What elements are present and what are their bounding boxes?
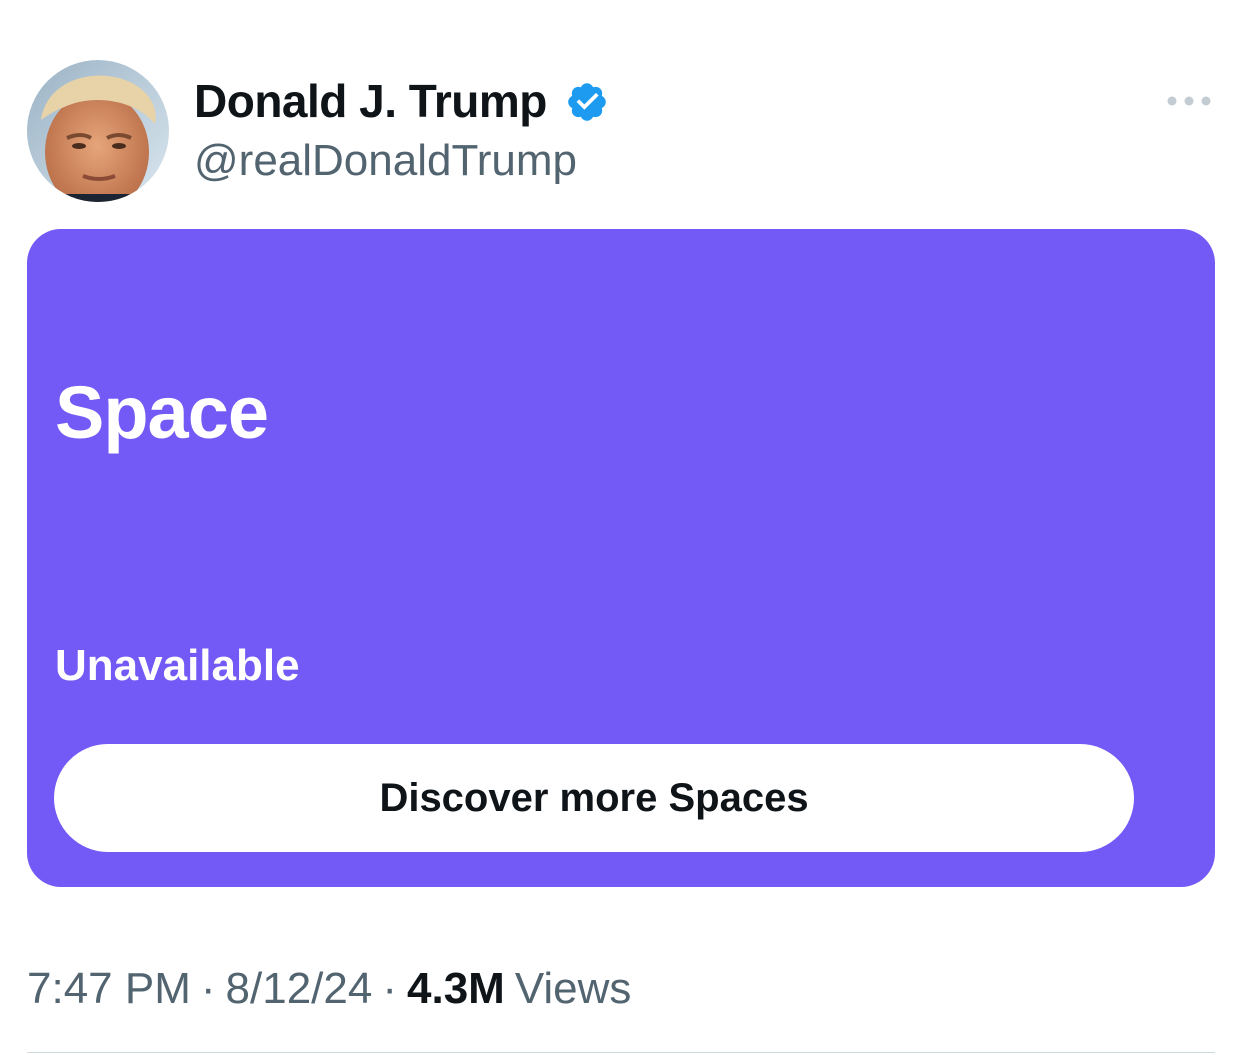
discover-more-spaces-button[interactable]: Discover more Spaces (54, 744, 1134, 852)
tweet-date[interactable]: 8/12/24 (226, 964, 373, 1013)
tweet-meta: 7:47 PM · 8/12/24 · 4.3M Views (27, 962, 631, 1016)
space-status: Unavailable (55, 641, 300, 690)
verified-badge-icon (568, 83, 606, 121)
views-count[interactable]: 4.3M (407, 964, 505, 1013)
handle[interactable]: @realDonaldTrump (194, 134, 577, 188)
tweet-time[interactable]: 7:47 PM (27, 964, 191, 1013)
display-name[interactable]: Donald J. Trump (194, 73, 547, 129)
more-horizontal-icon[interactable] (1164, 86, 1214, 116)
space-title: Space (55, 371, 269, 454)
space-card[interactable]: Space Unavailable Discover more Spaces (27, 229, 1215, 887)
avatar[interactable] (27, 60, 169, 202)
meta-separator: · (200, 964, 216, 1013)
discover-button-label: Discover more Spaces (379, 775, 809, 820)
views-label: Views (514, 964, 632, 1013)
meta-separator: · (382, 964, 397, 1013)
avatar-image (27, 60, 169, 202)
divider (27, 1052, 1215, 1053)
